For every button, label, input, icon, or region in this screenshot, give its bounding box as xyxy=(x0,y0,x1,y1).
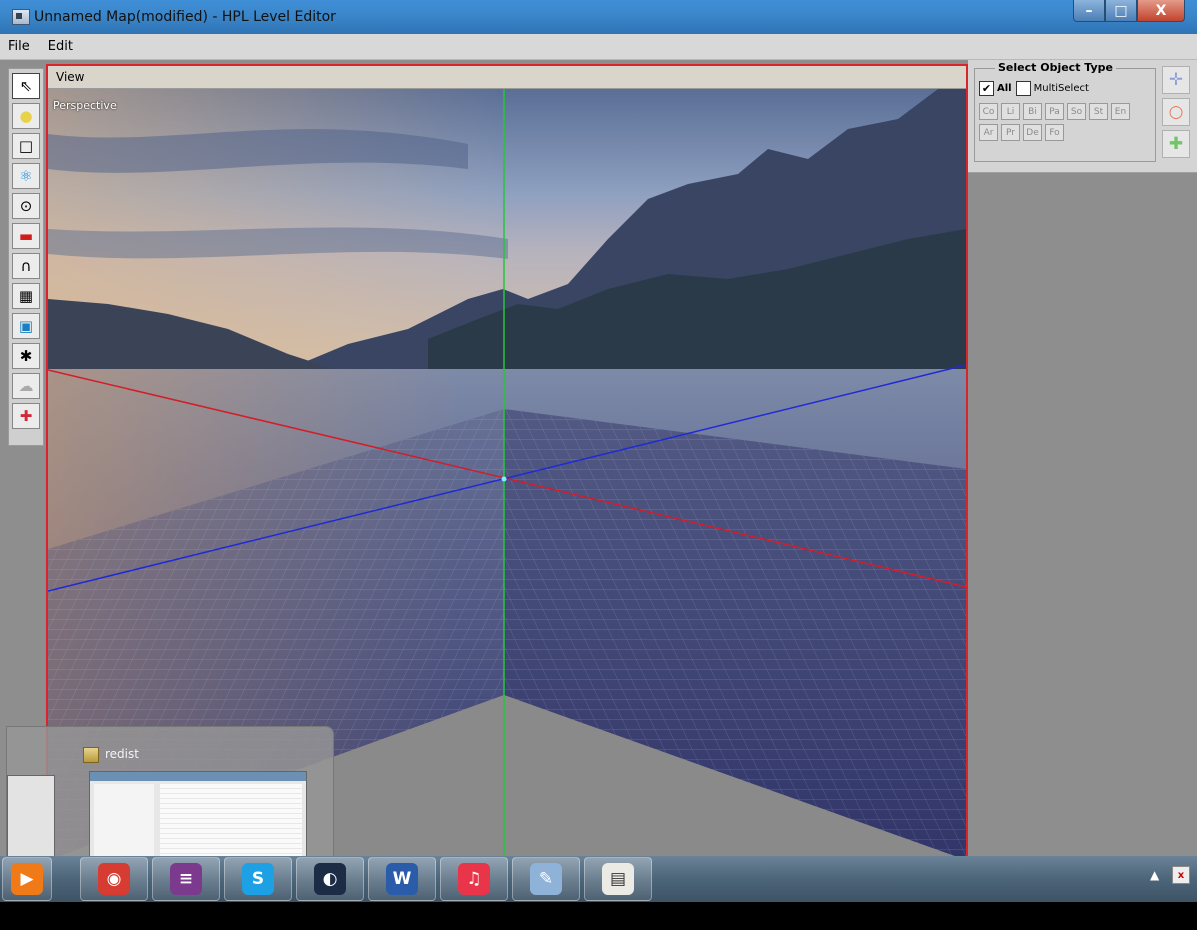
taskbar-level-editor[interactable]: ▤ xyxy=(584,857,652,901)
cube-area-icon: ▦ xyxy=(18,286,34,305)
word-icon: W xyxy=(386,863,418,895)
object-type-button-so[interactable]: So xyxy=(1067,103,1086,120)
arch-icon: ∩ xyxy=(20,256,32,275)
taskbar-word[interactable]: W xyxy=(368,857,436,901)
move-arrows-icon: ✛ xyxy=(1168,70,1184,90)
object-type-button-en[interactable]: En xyxy=(1111,103,1130,120)
paint-palette-icon: ✎ xyxy=(530,863,562,895)
chrome-icon: ◉ xyxy=(98,863,130,895)
combine-icon: ✚ xyxy=(19,406,33,425)
select-object-type-group: Select Object Type ✔ All MultiSelect Co L… xyxy=(974,61,1156,162)
selection-options: ✔ All MultiSelect xyxy=(979,81,1089,96)
select-object-type-title: Select Object Type xyxy=(995,61,1116,74)
camera-mode-label: Perspective xyxy=(53,99,117,112)
particle-tool[interactable]: ⚛ xyxy=(12,163,40,189)
particle-atom-icon: ⚛ xyxy=(19,166,33,185)
folder-icon xyxy=(83,747,99,763)
itunes-icon: ♫ xyxy=(458,863,490,895)
maximize-button[interactable]: □ xyxy=(1105,0,1137,22)
translate-gizmo-button[interactable]: ✛ xyxy=(1162,66,1190,94)
object-type-button-fo[interactable]: Fo xyxy=(1045,124,1064,141)
tool-palette: ⇖ ● □ ⚛ ⊙ ▬ ∩ ▦ ▣ ✱ ☁ ✚ xyxy=(8,68,44,446)
static-object-tool[interactable]: ▬ xyxy=(12,223,40,249)
right-panel: Select Object Type ✔ All MultiSelect Co L… xyxy=(968,60,1197,173)
billboard-icon: □ xyxy=(18,136,34,155)
select-tool[interactable]: ⇖ xyxy=(12,73,40,99)
view-label: View xyxy=(56,70,85,84)
taskbar-winrar[interactable]: ≡ xyxy=(152,857,220,901)
taskbar-chrome[interactable]: ◉ xyxy=(80,857,148,901)
taskbar: ▶ ◉ ≡ S ◐ W ♫ ✎ ▤ xyxy=(0,856,1197,902)
light-bulb-icon: ● xyxy=(19,106,33,125)
object-type-button-li[interactable]: Li xyxy=(1001,103,1020,120)
primitive-icon: ▣ xyxy=(18,316,34,335)
fog-area-tool[interactable]: ☁ xyxy=(12,373,40,399)
caption-buttons: – □ X xyxy=(1073,0,1185,22)
sound-tool[interactable]: ⊙ xyxy=(12,193,40,219)
scale-gizmo-button[interactable]: ✚ xyxy=(1162,130,1190,158)
taskbar-media-player[interactable]: ▶ xyxy=(2,857,52,901)
taskbar-paint[interactable]: ✎ xyxy=(512,857,580,901)
decal-star-icon: ✱ xyxy=(19,346,33,365)
taskbar-steam[interactable]: ◐ xyxy=(296,857,364,901)
taskbar-itunes[interactable]: ♫ xyxy=(440,857,508,901)
tray-expand-icon[interactable]: ▲ xyxy=(1150,868,1159,882)
sound-icon: ⊙ xyxy=(19,196,33,215)
screen-bottom-bar xyxy=(0,902,1197,930)
app-icon[interactable] xyxy=(12,9,30,25)
light-tool[interactable]: ● xyxy=(12,103,40,129)
skype-icon: S xyxy=(242,863,274,895)
object-type-row-2: Ar Pr De Fo xyxy=(979,124,1067,141)
taskbar-skype[interactable]: S xyxy=(224,857,292,901)
billboard-tool[interactable]: □ xyxy=(12,133,40,159)
object-type-button-st[interactable]: St xyxy=(1089,103,1108,120)
object-type-button-de[interactable]: De xyxy=(1023,124,1042,141)
editor-workspace: ⇖ ● □ ⚛ ⊙ ▬ ∩ ▦ ▣ ✱ ☁ ✚ View Perspective… xyxy=(0,60,1197,918)
multiselect-checkbox[interactable] xyxy=(1015,81,1031,96)
close-button[interactable]: X xyxy=(1137,0,1185,22)
minimize-button[interactable]: – xyxy=(1073,0,1105,22)
object-type-button-ar[interactable]: Ar xyxy=(979,124,998,141)
menu-edit[interactable]: Edit xyxy=(40,39,83,54)
gizmo-toolbar: ✛ ○ ✚ xyxy=(1162,66,1190,162)
title-bar: Unnamed Map(modified) - HPL Level Editor… xyxy=(0,0,1197,35)
object-type-row-1: Co Li Bi Pa So St En xyxy=(979,103,1133,120)
level-editor-icon: ▤ xyxy=(602,863,634,895)
rotate-icon: ○ xyxy=(1168,102,1184,122)
preview-title: redist xyxy=(105,747,139,761)
menu-file[interactable]: File xyxy=(0,39,40,54)
decal-tool[interactable]: ✱ xyxy=(12,343,40,369)
winrar-icon: ≡ xyxy=(170,863,202,895)
fog-area-icon: ☁ xyxy=(18,376,34,395)
rotate-gizmo-button[interactable]: ○ xyxy=(1162,98,1190,126)
all-checkbox[interactable]: ✔ xyxy=(979,81,994,96)
menu-bar: File Edit xyxy=(0,34,1197,60)
combine-tool[interactable]: ✚ xyxy=(12,403,40,429)
steam-icon: ◐ xyxy=(314,863,346,895)
media-player-icon: ▶ xyxy=(11,863,43,895)
red-block-icon: ▬ xyxy=(18,226,34,245)
area-tool[interactable]: ▦ xyxy=(12,283,40,309)
window-title: Unnamed Map(modified) - HPL Level Editor xyxy=(34,9,336,25)
object-type-button-co[interactable]: Co xyxy=(979,103,998,120)
object-type-button-pr[interactable]: Pr xyxy=(1001,124,1020,141)
primitive-tool[interactable]: ▣ xyxy=(12,313,40,339)
object-type-button-bi[interactable]: Bi xyxy=(1023,103,1042,120)
object-type-button-pa[interactable]: Pa xyxy=(1045,103,1064,120)
entity-tool[interactable]: ∩ xyxy=(12,253,40,279)
view-header: View xyxy=(48,66,966,89)
all-label: All xyxy=(997,83,1012,94)
multiselect-label: MultiSelect xyxy=(1033,83,1089,94)
scale-icon: ✚ xyxy=(1168,134,1184,154)
cursor-arrow-icon: ⇖ xyxy=(19,76,33,95)
action-center-flag-icon[interactable]: x xyxy=(1172,866,1190,884)
